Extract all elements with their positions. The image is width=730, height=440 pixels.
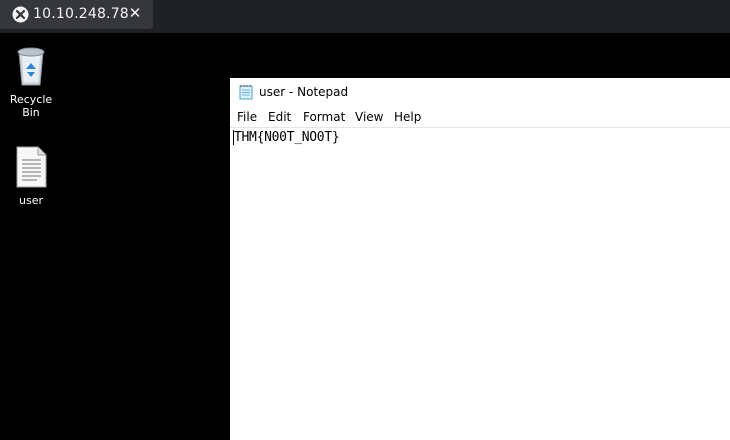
desktop-icon-recycle-bin[interactable]: Recycle Bin: [0, 42, 62, 119]
menu-file[interactable]: File: [237, 110, 257, 124]
text-file-icon: [16, 146, 47, 188]
browser-tab[interactable]: 10.10.248.78 ✕: [0, 0, 153, 29]
menu-format[interactable]: Format: [303, 110, 345, 124]
notepad-title-bar[interactable]: user - Notepad: [230, 78, 730, 105]
menu-help[interactable]: Help: [394, 110, 421, 124]
notepad-window[interactable]: user - Notepad File Edit Format View Hel…: [230, 78, 730, 440]
remote-desktop-icon: [12, 6, 29, 23]
screen: 10.10.248.78 ✕ Recycle Bin user user - N…: [0, 0, 730, 440]
text-editor-area[interactable]: THM{N00T_NO0T}: [230, 127, 730, 440]
menu-bar: File Edit Format View Help: [230, 108, 730, 127]
close-tab-icon[interactable]: ✕: [128, 5, 142, 21]
notepad-app-icon: [239, 85, 253, 100]
browser-tab-strip: 10.10.248.78 ✕: [0, 0, 730, 33]
menu-view[interactable]: View: [355, 110, 383, 124]
document-text: THM{N00T_NO0T}: [234, 130, 340, 145]
tab-title: 10.10.248.78: [33, 6, 129, 22]
desktop-icon-user-file[interactable]: user: [0, 145, 62, 207]
menu-edit[interactable]: Edit: [268, 110, 291, 124]
user-file-label: user: [19, 194, 43, 207]
window-title: user - Notepad: [259, 85, 349, 99]
recycle-bin-icon: [17, 47, 45, 86]
recycle-bin-label: Recycle Bin: [9, 93, 53, 119]
